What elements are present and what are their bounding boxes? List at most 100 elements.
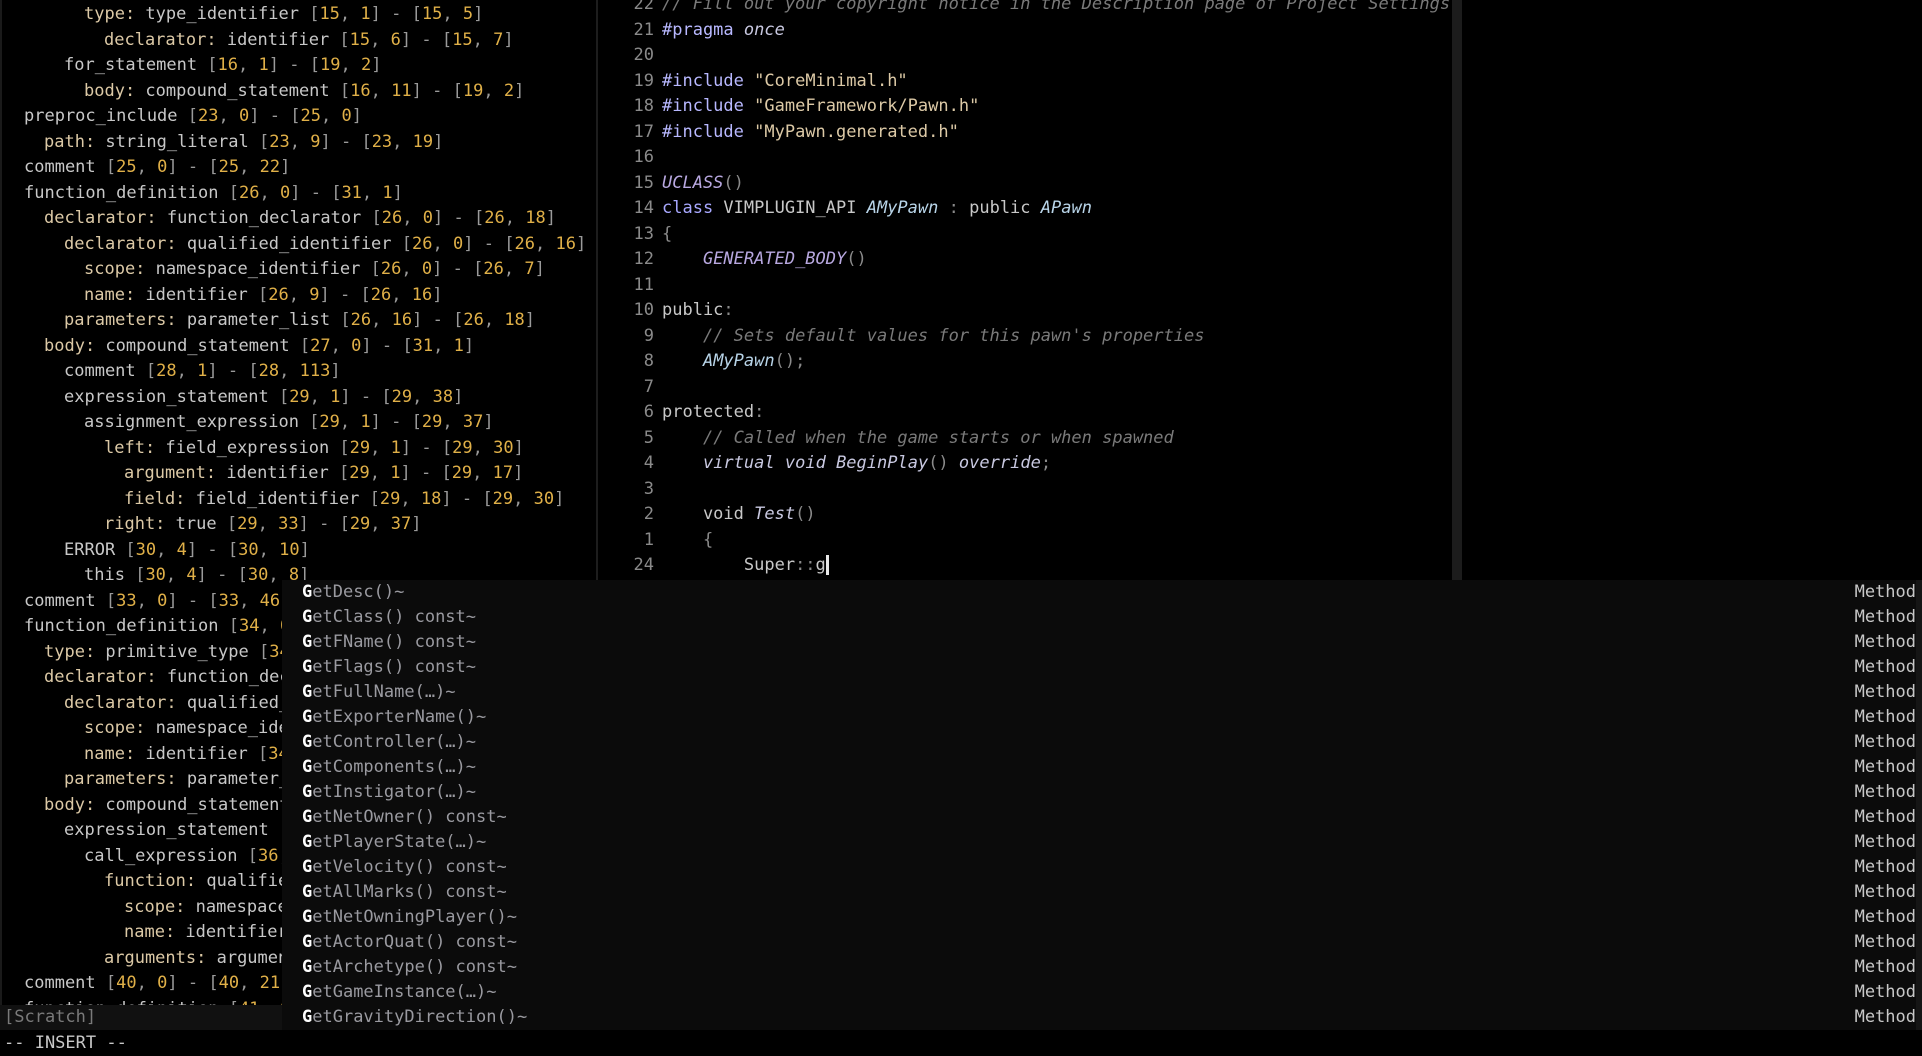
completion-item-kind: Method [1854,632,1916,652]
completion-item-kind: Method [1854,882,1916,902]
tree-node: body: compound_statement [44,794,290,815]
code-line[interactable]: { [662,222,672,247]
tree-node: comment [28, 1] - [28, 113] [64,361,341,381]
tree-node: declarator: qualified_ [64,692,290,713]
tree-node: body: compound_statement [16, 11] - [19,… [84,80,525,101]
completion-item[interactable]: GetAllMarks() const~ Method [282,880,1916,905]
completion-item-kind: Method [1854,607,1916,627]
completion-item-label: GetActorQuat() const~ [302,932,517,952]
code-line[interactable]: GENERATED_BODY() [662,247,867,272]
code-line[interactable]: // Sets default values for this pawn's p… [662,324,1205,349]
completion-item[interactable]: GetClass() const~ Method [282,605,1916,630]
completion-item[interactable]: GetArchetype() const~ Method [282,955,1916,980]
code-line[interactable]: public: [662,298,734,323]
completion-item-kind: Method [1854,682,1916,702]
code-line[interactable]: UCLASS() [662,171,744,196]
completion-item-label: GetFlags() const~ [302,657,477,677]
completion-item-label: GetInstigator(…)~ [302,782,477,802]
empty-right-pane[interactable] [1462,0,1922,580]
line-number: 24 [633,555,654,575]
completion-item[interactable]: GetExporterName()~ Method [282,705,1916,730]
completion-item[interactable]: GetFullName(…)~ Method [282,680,1916,705]
code-line[interactable]: Super::g [662,553,829,578]
completion-item-label: GetArchetype() const~ [302,957,517,977]
tree-node: name: identifier [34 [84,743,289,764]
completion-item-kind: Method [1854,1007,1916,1027]
code-line[interactable]: #pragma once [662,18,785,43]
tree-node: declarator: identifier [15, 6] - [15, 7] [104,29,514,50]
line-number: 6 [643,402,654,422]
code-line[interactable]: AMyPawn(); [662,349,805,374]
tree-node: type: type_identifier [15, 1] - [15, 5] [84,4,484,24]
completion-item-kind: Method [1854,857,1916,877]
mode-indicator: -- INSERT -- [4,1033,127,1053]
line-number: 13 [633,223,654,244]
vertical-split-separator-right[interactable] [1452,0,1462,580]
code-line[interactable]: // Fill out your copyright notice in the… [662,0,1452,17]
completion-item[interactable]: GetActorQuat() const~ Method [282,930,1916,955]
tree-node: right: true [29, 33] - [29, 37] [104,514,422,534]
code-line[interactable]: #include "MyPawn.generated.h" [662,120,959,145]
tree-node: name: identifier [26, 9] - [26, 16] [84,284,443,305]
code-line[interactable]: virtual void BeginPlay() override; [662,451,1051,476]
completion-item[interactable]: GetNetOwningPlayer()~ Method [282,905,1916,930]
line-number: 5 [643,427,654,448]
completion-item-label: GetController(…)~ [302,732,477,752]
completion-item-kind: Method [1854,932,1916,952]
completion-item-label: GetNetOwningPlayer()~ [302,907,517,927]
tree-node: this [30, 4] - [30, 8] [84,565,310,585]
tree-node: ERROR [30, 4] - [30, 10] [64,539,310,560]
completion-popup-menu[interactable]: GetDesc()~ Method GetClass() const~ Method G… [282,580,1922,1030]
line-number: 19 [633,70,654,91]
tree-node: declarator: function_declarator [26, 0] … [44,208,556,228]
tree-node: assignment_expression [29, 1] - [29, 37] [84,412,494,432]
tree-gutter [0,0,2,1007]
completion-scrollbar[interactable] [1916,580,1922,1030]
tree-node: for_statement [16, 1] - [19, 2] [64,55,382,75]
completion-item-label: GetAllMarks() const~ [302,882,507,902]
completion-item[interactable]: GetGravityDirection()~ Method [282,1005,1916,1030]
line-number: 15 [633,172,654,193]
completion-item-label: GetFullName(…)~ [302,682,456,702]
completion-item[interactable]: GetComponents(…)~ Method [282,755,1916,780]
tree-node: scope: namespace_ide [84,718,289,738]
tree-node: name: identifier [124,922,288,942]
code-editor-pane[interactable]: 22 // Fill out your copyright notice in t… [598,0,1452,580]
code-line[interactable]: class VIMPLUGIN_API AMyPawn : public APa… [662,196,1092,221]
tree-node: argument: identifier [29, 1] - [29, 17] [124,463,524,483]
line-number: 1 [643,529,654,550]
tree-node: arguments: argumen [104,947,289,968]
completion-item-kind: Method [1854,982,1916,1002]
tree-node: call_expression [36, [84,845,289,866]
completion-item-label: GetComponents(…)~ [302,757,477,777]
code-line[interactable]: // Called when the game starts or when s… [662,426,1174,451]
completion-item[interactable]: GetGameInstance(…)~ Method [282,980,1916,1005]
completion-item[interactable]: GetDesc()~ Method [282,580,1916,605]
tree-node: declarator: qualified_identifier [26, 0]… [64,233,587,254]
completion-item[interactable]: GetNetOwner() const~ Method [282,805,1916,830]
code-line[interactable]: #include "GameFramework/Pawn.h" [662,94,979,119]
completion-item-kind: Method [1854,757,1916,777]
code-line[interactable]: protected: [662,400,764,425]
completion-item[interactable]: GetFlags() const~ Method [282,655,1916,680]
tree-node: field: field_identifier [29, 18] - [29, … [124,488,565,509]
tree-node: function_definition [34, 0 [24,616,290,636]
completion-item[interactable]: GetInstigator(…)~ Method [282,780,1916,805]
completion-item-kind: Method [1854,707,1916,727]
line-number: 4 [643,453,654,473]
line-number: 20 [633,45,654,65]
line-number: 18 [633,96,654,116]
code-line[interactable]: void Test() [662,502,816,527]
tree-node: preproc_include [23, 0] - [25, 0] [24,106,362,126]
line-number: 22 [633,0,654,14]
tree-node: body: compound_statement [27, 0] - [31, … [44,335,475,356]
completion-item[interactable]: GetPlayerState(…)~ Method [282,830,1916,855]
tree-node: expression_statement [29, 1] - [29, 38] [64,386,464,407]
completion-item[interactable]: GetController(…)~ Method [282,730,1916,755]
line-number: 10 [633,300,654,320]
completion-item[interactable]: GetFName() const~ Method [282,630,1916,655]
code-line[interactable]: { [662,528,713,553]
tree-node: declarator: function_dec [44,667,290,687]
code-line[interactable]: #include "CoreMinimal.h" [662,69,908,94]
completion-item[interactable]: GetVelocity() const~ Method [282,855,1916,880]
